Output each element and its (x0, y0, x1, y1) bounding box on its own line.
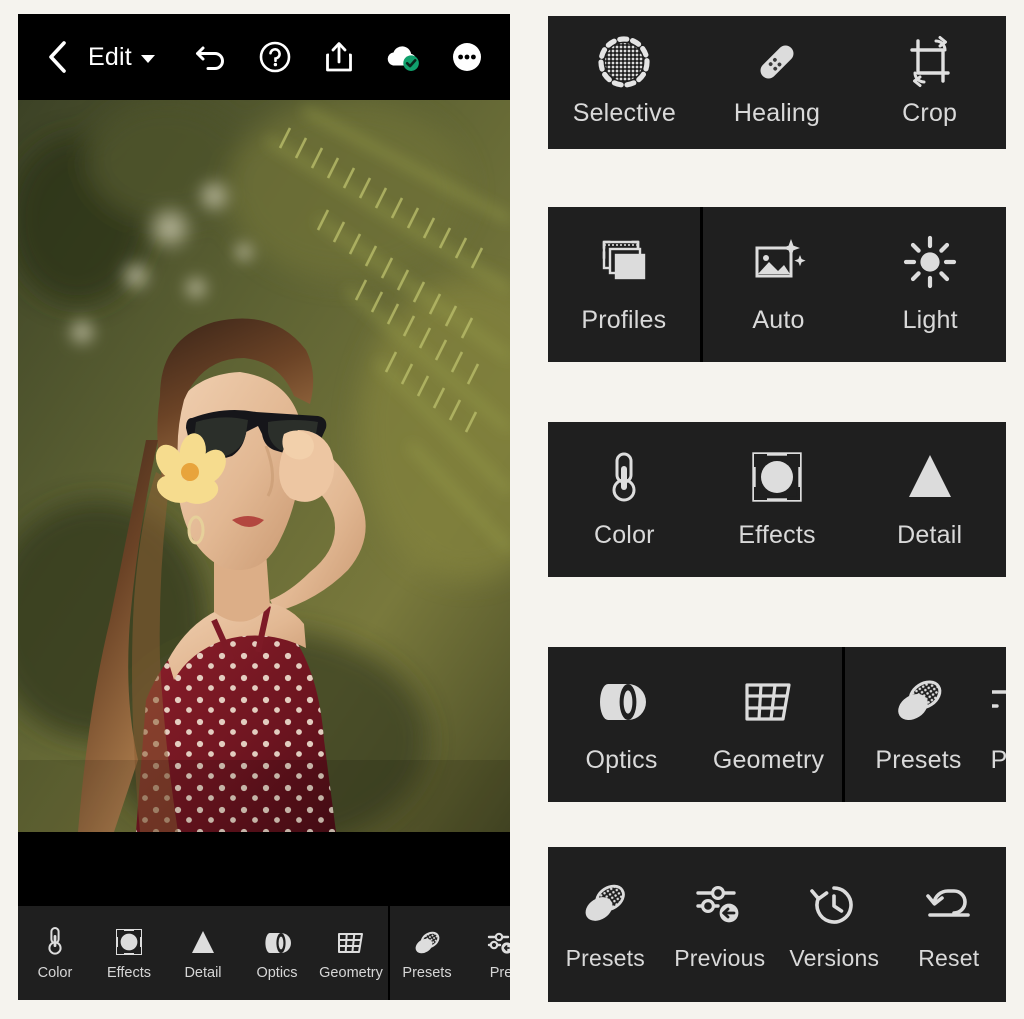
bottom-item-previous-cutoff[interactable]: Pre (464, 906, 510, 1000)
panel-item-light[interactable]: Light (854, 207, 1006, 362)
presets-history-panel: Presets Previous Versions Reset (548, 847, 1006, 1002)
edit-label: Edit (88, 42, 132, 71)
presets-icon (578, 877, 632, 933)
panel-item-auto[interactable]: Auto (703, 207, 855, 362)
panel-item-label: Previous (674, 945, 766, 971)
help-icon[interactable] (256, 38, 294, 76)
photo-letterbox (18, 832, 510, 906)
profiles-icon (596, 234, 652, 290)
bottom-item-label: Optics (256, 964, 298, 981)
triangle-icon (189, 926, 217, 956)
bottom-item-label: Effects (106, 964, 152, 981)
bottom-item-color[interactable]: Color (18, 906, 92, 1000)
top-bar-actions (192, 38, 486, 76)
crop-icon (903, 36, 957, 87)
more-options-icon[interactable] (448, 38, 486, 76)
previous-icon (486, 926, 510, 956)
panel-item-healing[interactable]: Healing (701, 16, 854, 149)
chevron-left-icon[interactable] (40, 40, 74, 74)
thermometer-icon (604, 449, 644, 505)
panel-item-label: Crop (902, 99, 958, 127)
panel-item-geometry[interactable]: Geometry (695, 647, 842, 802)
adjust-panel: Color Effects Detail (548, 422, 1006, 577)
perspective-grid-icon (741, 674, 797, 730)
selective-icon (595, 36, 653, 88)
bottom-item-label: Color (37, 964, 73, 981)
lens-icon (594, 674, 650, 730)
panel-item-label: Reset (918, 945, 980, 971)
panel-item-label: Selective (572, 99, 676, 127)
screenshot-root: Edit Color Effects Detail Optics Geometr… (0, 0, 1024, 1019)
panel-item-reset[interactable]: Reset (892, 847, 1007, 1002)
edit-mode-dropdown[interactable]: Edit (88, 43, 155, 72)
cloud-synced-icon[interactable] (384, 38, 422, 76)
previous-icon (692, 877, 748, 933)
phone-bottom-toolbar: Color Effects Detail Optics Geometry Pre… (18, 906, 510, 1000)
photo-canvas[interactable] (18, 100, 510, 832)
perspective-grid-icon (336, 926, 366, 956)
panel-item-selective[interactable]: Selective (548, 16, 701, 149)
panel-item-crop[interactable]: Crop (853, 16, 1006, 149)
panel-item-label: Healing (733, 99, 821, 127)
triangle-icon (904, 449, 956, 505)
lens-icon (262, 926, 292, 956)
sun-icon (903, 234, 957, 290)
vignette-icon (115, 926, 143, 956)
share-icon[interactable] (320, 38, 358, 76)
panel-item-versions[interactable]: Versions (777, 847, 892, 1002)
phone-top-bar: Edit (18, 14, 510, 100)
bottom-item-presets[interactable]: Presets (390, 906, 464, 1000)
caret-down-icon (140, 55, 155, 63)
thermometer-icon (44, 926, 66, 956)
auto-enhance-icon (751, 234, 807, 290)
bottom-item-label: Geometry (319, 964, 383, 981)
panel-item-presets[interactable]: Presets (548, 847, 663, 1002)
versions-clock-icon (808, 877, 860, 933)
panel-item-label: P (992, 746, 1006, 774)
healing-bandage-icon (750, 37, 804, 87)
bottom-item-label: Presets (402, 964, 452, 981)
panel-item-detail[interactable]: Detail (853, 422, 1006, 577)
bottom-item-label: Detail (184, 964, 222, 981)
panel-item-label: Optics (585, 746, 658, 774)
panel-item-label: Presets (565, 945, 645, 971)
panel-item-color[interactable]: Color (548, 422, 701, 577)
photo-image (18, 100, 510, 832)
panel-item-label: Light (902, 306, 958, 334)
optics-panel: Optics Geometry Presets P (548, 647, 1006, 802)
panel-item-presets[interactable]: Presets (845, 647, 992, 802)
panel-item-previous[interactable]: Previous (663, 847, 778, 1002)
panel-item-previous-cutoff[interactable]: P (992, 647, 1006, 802)
reset-undo-icon (922, 877, 976, 933)
panel-item-optics[interactable]: Optics (548, 647, 695, 802)
panel-item-label: Color (593, 521, 655, 549)
panel-item-label: Auto (752, 306, 805, 334)
phone-screen: Edit Color Effects Detail Optics Geometr… (18, 14, 510, 1000)
bottom-item-effects[interactable]: Effects (92, 906, 166, 1000)
tools-panel: Selective Healing Crop (548, 16, 1006, 149)
bottom-item-label: Pre (489, 964, 510, 981)
undo-icon[interactable] (192, 38, 230, 76)
panel-item-profiles[interactable]: Profiles (548, 207, 700, 362)
presets-icon (890, 674, 948, 730)
panel-item-label: Effects (738, 521, 816, 549)
vignette-icon (751, 449, 803, 505)
previous-icon (992, 674, 1006, 730)
panel-item-effects[interactable]: Effects (701, 422, 854, 577)
panel-item-label: Detail (897, 521, 963, 549)
panel-item-label: Profiles (581, 306, 667, 334)
panel-item-label: Geometry (712, 746, 825, 774)
bottom-item-optics[interactable]: Optics (240, 906, 314, 1000)
presets-icon (412, 926, 442, 956)
bottom-item-detail[interactable]: Detail (166, 906, 240, 1000)
profiles-panel: Profiles Auto Light (548, 207, 1006, 362)
panel-item-label: Presets (875, 746, 962, 774)
panel-item-label: Versions (789, 945, 880, 971)
bottom-item-geometry[interactable]: Geometry (314, 906, 388, 1000)
